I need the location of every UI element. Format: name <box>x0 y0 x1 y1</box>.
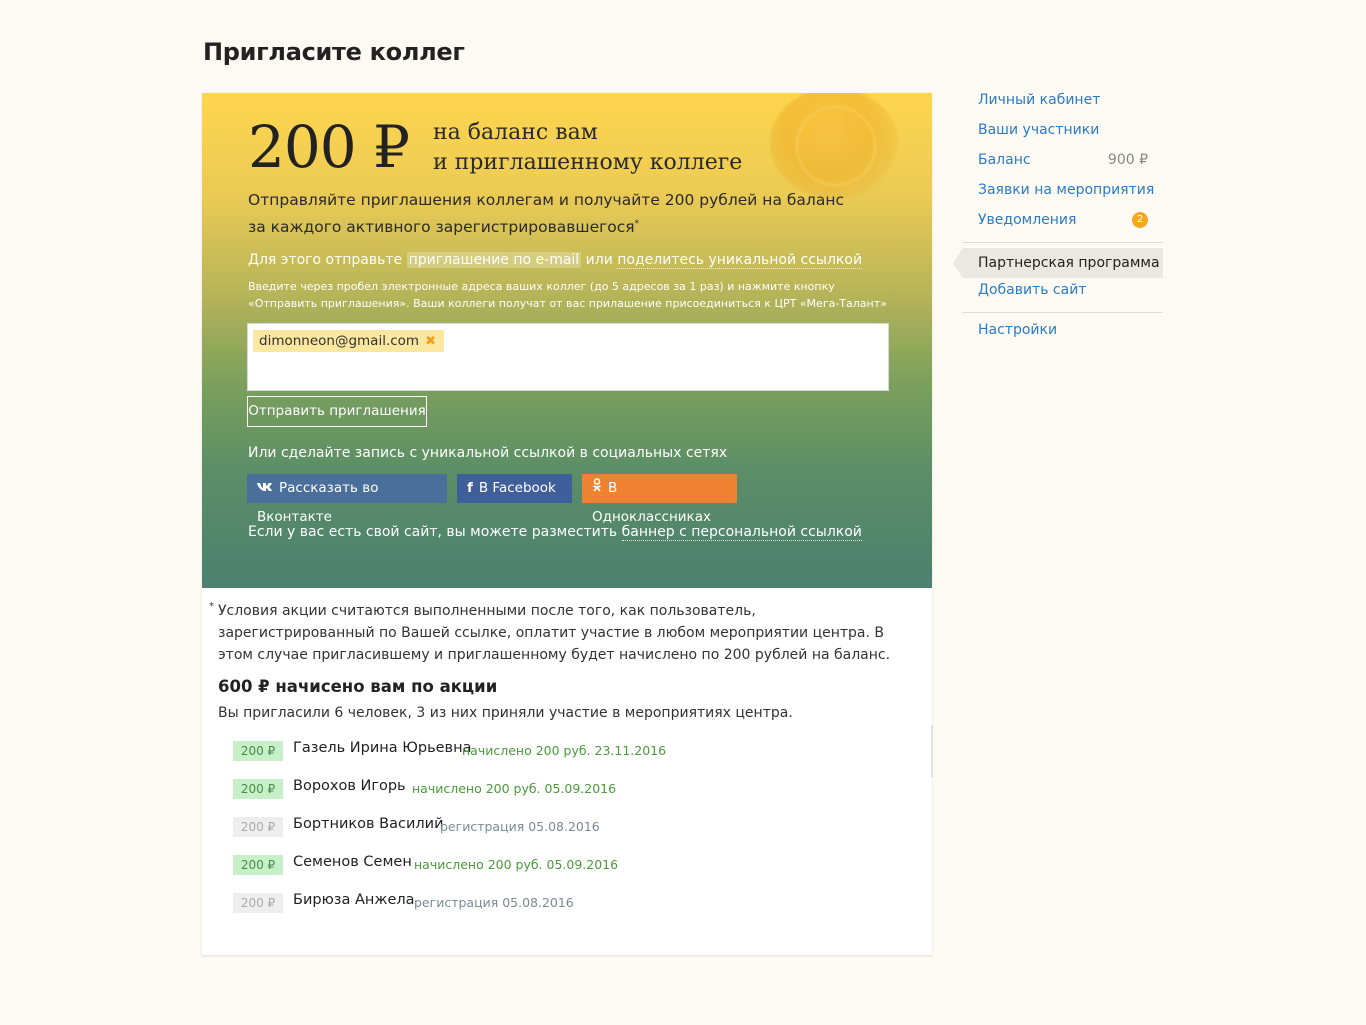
vk-icon <box>257 474 273 503</box>
credited-subtitle: Вы пригласили 6 человек, 3 из них принял… <box>218 705 793 721</box>
sidebar-item-label: Заявки на мероприятия <box>978 182 1155 198</box>
sidebar-nav: Личный кабинет Ваши участники Баланс 900 … <box>953 88 1163 348</box>
invite-card: 200 ₽ на баланс вам и приглашенному колл… <box>202 93 933 955</box>
remove-email-icon[interactable]: ✖ <box>425 334 436 349</box>
sidebar-item-label: Ваши участники <box>978 122 1100 138</box>
sidebar-item-applications[interactable]: Заявки на мероприятия <box>963 178 1163 208</box>
balance-value: 900 ₽ <box>1107 152 1148 168</box>
email-instructions: Введите через пробел электронные адреса … <box>248 280 887 310</box>
sidebar-item-label: Уведомления <box>978 212 1077 228</box>
invite-method-hint: Для этого отправьте приглашение по e-mai… <box>248 252 863 269</box>
terms-star: * <box>209 601 214 612</box>
bonus-amount: 200 ₽ <box>248 113 410 181</box>
amount-badge: 200 ₽ <box>233 817 283 837</box>
email-chip-label: dimonneon@gmail.com <box>259 333 420 349</box>
terms-text: * Условия акции считаются выполненными п… <box>209 600 908 666</box>
referral-status: начислено 200 руб. 05.09.2016 <box>414 857 619 872</box>
share-link-link[interactable]: поделитесь уникальной ссылкой <box>617 252 863 269</box>
amount-badge: 200 ₽ <box>233 855 283 875</box>
bonus-description: Отправляйте приглашения коллегам и получ… <box>248 188 848 239</box>
divider <box>963 242 1163 243</box>
referral-name: Бирюза Анжела <box>293 892 415 908</box>
referral-list: 200 ₽ Газель Ирина Юрьевна начислено 200… <box>233 739 873 929</box>
share-vk-button[interactable]: Рассказать во Вконтакте <box>247 474 447 525</box>
sidebar-item-label: Баланс <box>978 152 1031 168</box>
bonus-subtitle: на баланс вам и приглашенному коллеге <box>433 118 742 178</box>
social-title: Или сделайте запись с уникальной ссылкой… <box>248 445 728 461</box>
list-item: 200 ₽ Бортников Василий регистрация 05.0… <box>233 815 873 853</box>
email-input[interactable]: dimonneon@gmail.com ✖ <box>247 323 889 391</box>
sidebar-item-notifications[interactable]: Уведомления 2 <box>963 208 1163 238</box>
referral-name: Ворохов Игорь <box>293 778 406 794</box>
banner-prefix: Если у вас есть свой сайт, вы можете раз… <box>248 524 618 540</box>
sidebar-item-account[interactable]: Личный кабинет <box>963 88 1163 118</box>
page-title: Пригласите коллег <box>203 38 465 66</box>
sidebar-item-label: Настройки <box>978 322 1058 338</box>
share-odnoklassniki-button[interactable]: В Одноклассниках <box>582 474 737 525</box>
sidebar-item-label: Партнерская программа <box>978 255 1160 271</box>
sidebar-item-balance[interactable]: Баланс 900 ₽ <box>963 148 1163 178</box>
notification-count-badge: 2 <box>1132 212 1148 228</box>
sidebar-item-participants[interactable]: Ваши участники <box>963 118 1163 148</box>
email-chip: dimonneon@gmail.com ✖ <box>253 330 444 352</box>
hero-panel: 200 ₽ на баланс вам и приглашенному колл… <box>202 93 932 588</box>
amount-badge: 200 ₽ <box>233 741 283 761</box>
sidebar-item-label: Добавить сайт <box>978 282 1087 298</box>
email-invite-link[interactable]: приглашение по e-mail <box>406 252 582 268</box>
sidebar-item-settings[interactable]: Настройки <box>963 318 1163 348</box>
referral-name: Бортников Василий <box>293 816 444 832</box>
scrollbar[interactable] <box>931 725 933 777</box>
list-item: 200 ₽ Газель Ирина Юрьевна начислено 200… <box>233 739 873 777</box>
personal-banner-link[interactable]: баннер с персональной ссылкой <box>621 524 862 541</box>
share-facebook-label: В Facebook <box>478 480 556 496</box>
bonus-description-line1: Отправляйте приглашения коллегам и получ… <box>248 191 844 209</box>
sidebar-item-add-site[interactable]: Добавить сайт <box>963 278 1163 308</box>
referral-name: Семенов Семен <box>293 854 412 870</box>
hint-or: или <box>585 252 613 268</box>
referral-status: начислено 200 руб. 23.11.2016 <box>462 743 667 758</box>
bonus-description-line2: за каждого активного зарегистрировавшего… <box>248 218 640 237</box>
sidebar-item-label: Личный кабинет <box>978 92 1101 108</box>
bonus-subtitle-line1: на баланс вам <box>433 120 598 145</box>
referral-status: регистрация 05.08.2016 <box>440 819 600 834</box>
odnoklassniki-icon <box>592 474 602 503</box>
divider <box>963 312 1163 313</box>
banner-hint: Если у вас есть свой сайт, вы можете раз… <box>248 524 862 541</box>
terms-body: Условия акции считаются выполненными пос… <box>218 603 891 663</box>
amount-badge: 200 ₽ <box>233 893 283 913</box>
hint-prefix: Для этого отправьте <box>248 252 403 268</box>
list-item: 200 ₽ Ворохов Игорь начислено 200 руб. 0… <box>233 777 873 815</box>
referral-status: регистрация 05.08.2016 <box>414 895 574 910</box>
credited-title: 600 ₽ начисено вам по акции <box>218 677 498 696</box>
share-facebook-button[interactable]: f В Facebook <box>457 474 572 503</box>
referral-status: начислено 200 руб. 05.09.2016 <box>412 781 617 796</box>
amount-badge: 200 ₽ <box>233 779 283 799</box>
send-invites-button[interactable]: Отправить приглашения <box>247 396 427 427</box>
facebook-icon: f <box>467 480 473 496</box>
referral-name: Газель Ирина Юрьевна <box>293 740 472 756</box>
list-item: 200 ₽ Бирюза Анжела регистрация 05.08.20… <box>233 891 873 929</box>
share-vk-label: Рассказать во Вконтакте <box>257 480 379 525</box>
bonus-subtitle-line2: и приглашенному коллеге <box>433 150 743 175</box>
sidebar-item-partner-program[interactable]: Партнерская программа <box>953 248 1163 278</box>
list-item: 200 ₽ Семенов Семен начислено 200 руб. 0… <box>233 853 873 891</box>
ruble-coin-icon <box>770 93 898 198</box>
share-odnoklassniki-label: В Одноклассниках <box>592 480 711 525</box>
